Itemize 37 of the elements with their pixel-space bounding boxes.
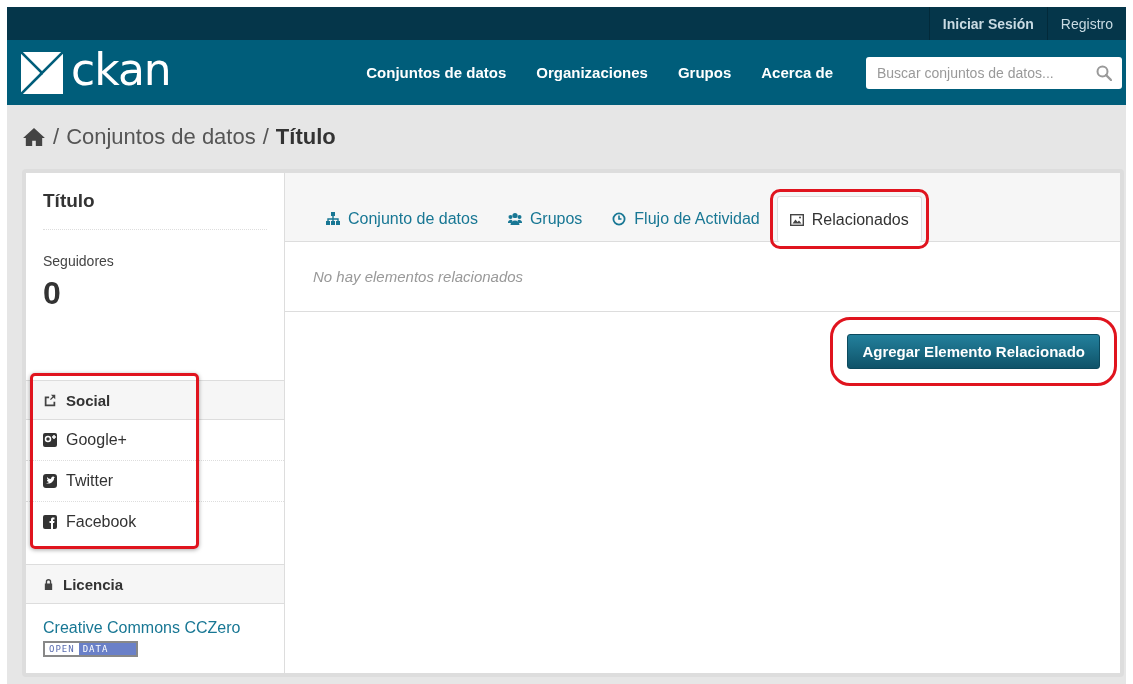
dataset-title: Título [43,190,267,230]
followers-label: Seguidores [43,253,115,269]
add-related-button[interactable]: Agregar Elemento Relacionado [847,334,1100,369]
empty-message: No hay elementos relacionados [285,242,1120,312]
logo-wordmark[interactable]: ckan [71,47,171,92]
clock-icon [612,212,627,226]
social-link[interactable]: Google+ [26,420,284,461]
lock-icon [43,577,54,591]
users-icon [507,212,522,226]
tab[interactable]: Conjunto de datos [313,196,491,241]
share-icon [43,393,57,407]
nav-link[interactable]: Organizaciones [536,64,648,81]
nav-link[interactable]: Acerca de [761,64,833,81]
breadcrumb-separator: / [53,124,60,150]
license-link[interactable]: Creative Commons CCZero [43,619,267,637]
breadcrumb-separator: / [262,124,269,150]
twitter-icon [43,474,57,488]
tab[interactable]: Grupos [494,196,596,241]
breadcrumb-link[interactable]: Título [275,124,336,150]
facebook-icon [43,515,57,529]
social-link[interactable]: Twitter [26,461,284,502]
logo-icon [21,51,63,94]
image-icon [789,212,804,227]
section-heading: Social [26,380,284,420]
followers-count: 0 [43,275,62,312]
breadcrumb-link[interactable]: Conjuntos de datos [66,124,256,150]
section-heading: Licencia [26,565,284,604]
nav-link[interactable]: Grupos [677,64,732,81]
search-field[interactable]: Buscar conjuntos de datos... [866,56,1122,89]
nav-link[interactable]: Conjuntos de datos [366,64,507,81]
google-plus-icon [43,433,57,447]
tab[interactable]: Flujo de Actividad [599,196,773,241]
search-icon [1096,64,1112,81]
open-data-badge[interactable]: OPEN DATA [43,641,139,657]
social-link[interactable]: Facebook [26,502,284,542]
home-icon [22,127,46,147]
sitemap-icon [326,212,340,226]
